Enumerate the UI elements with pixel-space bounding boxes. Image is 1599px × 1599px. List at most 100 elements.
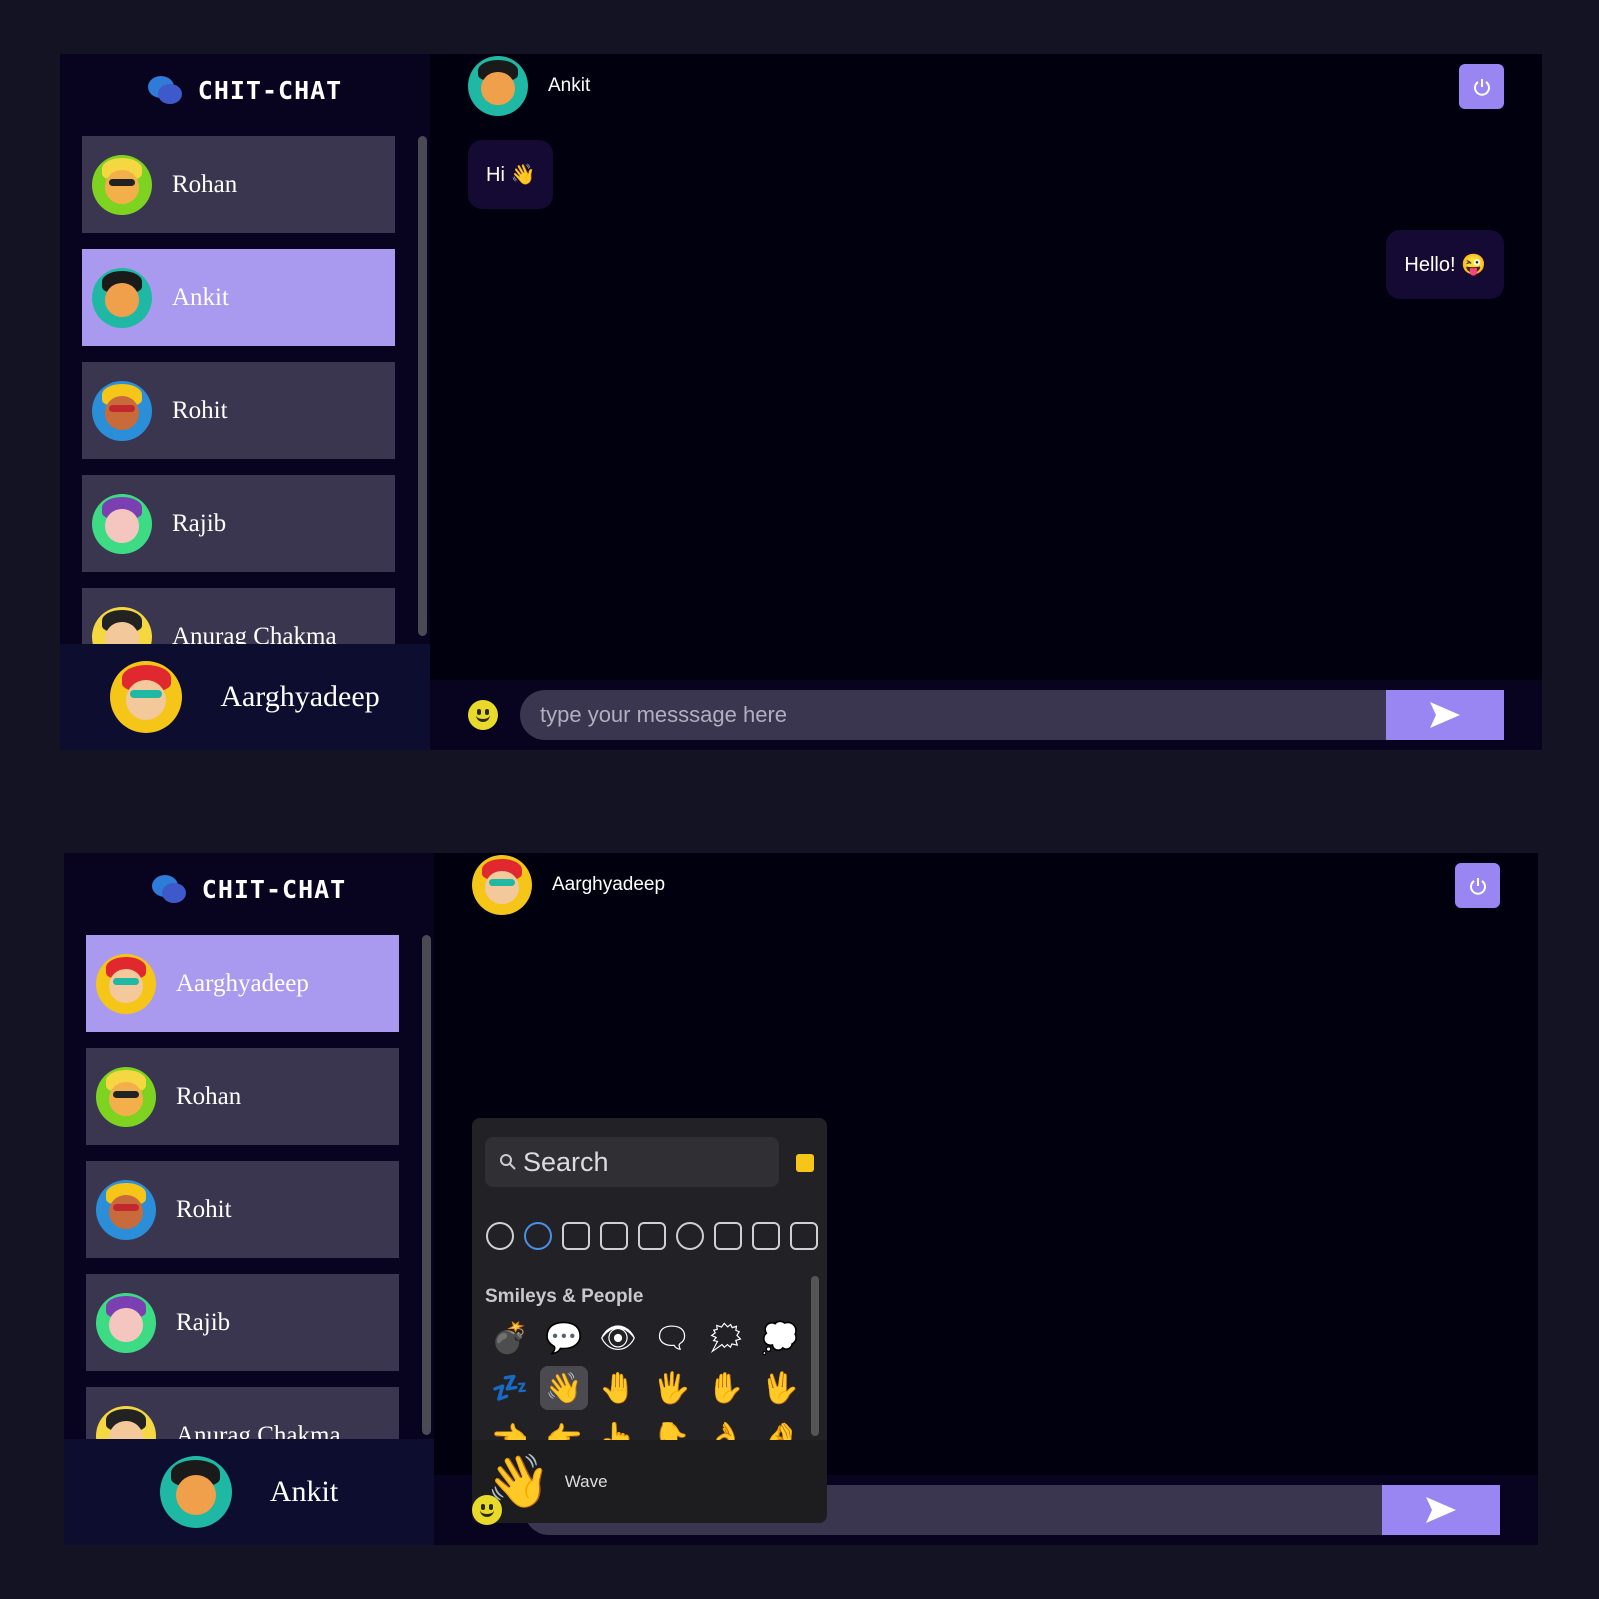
search-icon: [500, 1154, 516, 1170]
contact-item[interactable]: Rajib: [86, 1274, 399, 1371]
objects-icon[interactable]: [714, 1222, 742, 1250]
contact-item-selected[interactable]: Aarghyadeep: [86, 935, 399, 1032]
avatar: [92, 154, 152, 215]
emoji-picker: Search Smileys & People 💣 �: [472, 1118, 827, 1523]
contact-name: Anurag Chakma: [172, 622, 337, 645]
contact-item[interactable]: Anurag Chakma: [86, 1387, 399, 1439]
smileys-icon[interactable]: [524, 1222, 552, 1250]
avatar: [96, 1066, 156, 1127]
emoji-cell[interactable]: 🗯: [702, 1316, 750, 1360]
contact-list-scrollbar[interactable]: [418, 136, 427, 636]
brand-name: CHIT-CHAT: [201, 874, 347, 904]
emoji-cell[interactable]: 🖖: [756, 1366, 804, 1410]
sidebar: CHIT-CHAT Rohan Ankit Rohit Rajib Anurag…: [60, 54, 430, 750]
travel-icon[interactable]: [638, 1222, 666, 1250]
chat-app-screen-2: CHIT-CHAT Aarghyadeep Rohan Rohit Rajib …: [64, 853, 1538, 1545]
send-button[interactable]: [1386, 690, 1504, 740]
contact-list[interactable]: Rohan Ankit Rohit Rajib Anurag Chakma: [60, 126, 430, 644]
message-list: Search Smileys & People 💣 �: [434, 917, 1538, 1523]
emoji-cell[interactable]: ✋: [702, 1366, 750, 1410]
avatar: [96, 1179, 156, 1240]
chat-panel: Ankit Hi 👋 Hello! 😜 type your messsage h…: [430, 54, 1542, 750]
avatar: [92, 493, 152, 554]
logout-button[interactable]: [1455, 863, 1500, 908]
emoji-search-input[interactable]: Search: [485, 1137, 779, 1187]
logout-button[interactable]: [1459, 64, 1504, 109]
avatar: [92, 606, 152, 644]
emoji-cell[interactable]: 🗨: [648, 1316, 696, 1360]
skin-tone-selector[interactable]: [796, 1154, 814, 1172]
power-icon: [1473, 78, 1490, 96]
emoji-preview: 👋 Wave: [472, 1440, 827, 1523]
contact-name: Anurag Chakma: [176, 1421, 341, 1440]
emoji-cell[interactable]: 🤚: [594, 1366, 642, 1410]
contact-name: Rohit: [172, 396, 228, 424]
avatar: [472, 855, 532, 915]
chat-header: Aarghyadeep: [434, 853, 1538, 917]
contact-item[interactable]: Rohan: [82, 136, 395, 233]
send-icon: [1430, 702, 1460, 728]
contact-name: Rohan: [176, 1082, 242, 1110]
avatar: [468, 56, 528, 116]
power-icon: [1469, 877, 1486, 895]
contact-item-selected[interactable]: Ankit: [82, 249, 395, 346]
chat-bubbles-icon: [147, 74, 184, 106]
message-received: Hi 👋: [468, 140, 554, 209]
current-user-panel: Ankit: [64, 1439, 434, 1545]
flags-icon[interactable]: [790, 1222, 818, 1250]
emoji-toggle-icon[interactable]: [472, 1495, 502, 1525]
emoji-cell[interactable]: 💭: [756, 1316, 804, 1360]
emoji-cell[interactable]: 💬: [540, 1316, 588, 1360]
emoji-cell[interactable]: 🖐: [648, 1366, 696, 1410]
brand-name: CHIT-CHAT: [197, 75, 343, 105]
contact-list-scrollbar[interactable]: [422, 935, 431, 1435]
emoji-cell-selected[interactable]: 👋: [540, 1366, 588, 1410]
brand-header: CHIT-CHAT: [64, 853, 434, 925]
avatar: [159, 1456, 232, 1528]
activity-icon[interactable]: [676, 1222, 704, 1250]
recent-icon[interactable]: [486, 1222, 514, 1250]
chat-panel: Aarghyadeep Search Smileys & People 💣 💬 …: [434, 853, 1538, 1545]
chat-header-name: Aarghyadeep: [552, 874, 666, 895]
emoji-grid-scrollbar[interactable]: [811, 1276, 819, 1436]
contact-name: Rajib: [176, 1308, 231, 1336]
brand-header: CHIT-CHAT: [60, 54, 430, 126]
emoji-cell[interactable]: 💤: [486, 1366, 534, 1410]
current-user-name: Aarghyadeep: [220, 680, 380, 713]
emoji-cell[interactable]: 👁: [594, 1316, 642, 1360]
avatar: [110, 661, 183, 733]
avatar: [96, 1405, 156, 1439]
contact-item[interactable]: Rohit: [86, 1161, 399, 1258]
emoji-section-title: Smileys & People: [485, 1286, 644, 1307]
chat-header: Ankit: [430, 54, 1542, 118]
emoji-preview-label: Wave: [564, 1471, 608, 1491]
emoji-category-tabs: [486, 1222, 818, 1250]
contact-name: Rohan: [172, 170, 238, 198]
contact-name: Aarghyadeep: [176, 969, 309, 997]
animals-icon[interactable]: [562, 1222, 590, 1250]
message-sent: Hello! 😜: [1386, 230, 1504, 299]
chat-header-name: Ankit: [548, 75, 591, 96]
message-list: Hi 👋 Hello! 😜: [430, 118, 1542, 680]
send-button[interactable]: [1382, 1485, 1500, 1535]
avatar: [92, 267, 152, 328]
message-composer: type your messsage here: [430, 680, 1542, 750]
contact-item[interactable]: Rajib: [82, 475, 395, 572]
chat-app-screen-1: CHIT-CHAT Rohan Ankit Rohit Rajib Anurag…: [60, 54, 1542, 750]
emoji-search-placeholder: Search: [523, 1146, 609, 1177]
food-icon[interactable]: [600, 1222, 628, 1250]
symbols-icon[interactable]: [752, 1222, 780, 1250]
contact-item[interactable]: Rohit: [82, 362, 395, 459]
emoji-toggle-icon[interactable]: [468, 700, 498, 730]
contact-item[interactable]: Anurag Chakma: [82, 588, 395, 644]
avatar: [96, 953, 156, 1014]
emoji-cell[interactable]: 💣: [486, 1316, 534, 1360]
contact-list[interactable]: Aarghyadeep Rohan Rohit Rajib Anurag Cha…: [64, 925, 434, 1439]
current-user-panel: Aarghyadeep: [60, 644, 430, 750]
send-icon: [1426, 1497, 1456, 1523]
emoji-grid: 💣 💬 👁 🗨 🗯 💭 💤 👋 🤚 🖐 ✋ 🖖 👈 👉 👆 👇 👌 🤌: [486, 1316, 804, 1460]
avatar: [92, 380, 152, 441]
sidebar: CHIT-CHAT Aarghyadeep Rohan Rohit Rajib …: [64, 853, 434, 1545]
message-input[interactable]: type your messsage here: [520, 690, 1386, 740]
contact-item[interactable]: Rohan: [86, 1048, 399, 1145]
